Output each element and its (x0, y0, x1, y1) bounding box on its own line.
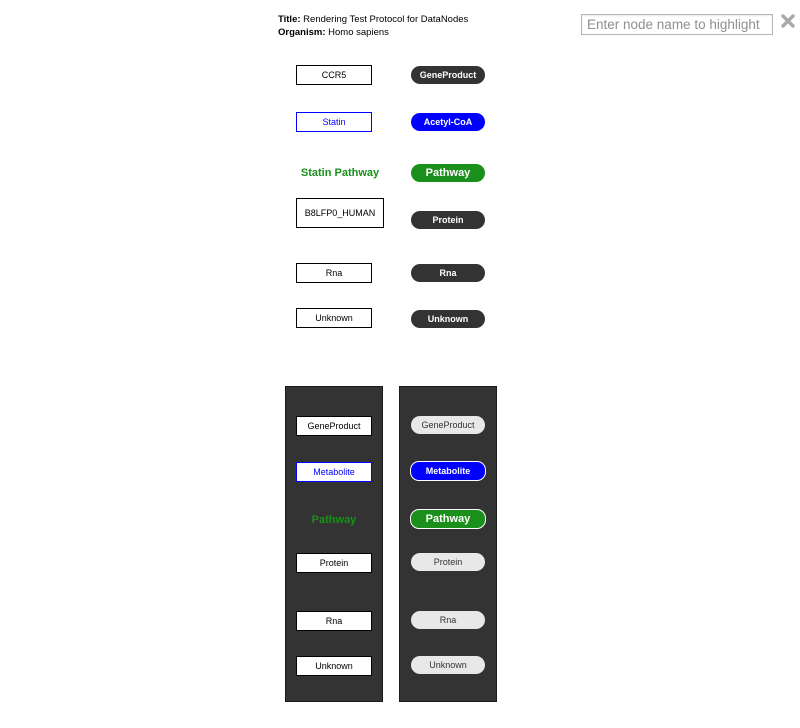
node-unknown-pill[interactable]: Unknown (411, 310, 485, 328)
node-rna[interactable]: Rna (296, 263, 372, 283)
node-geneproduct-dark[interactable]: GeneProduct (296, 416, 372, 436)
node-acetyl-coa-pill[interactable]: Acetyl-CoA (411, 113, 485, 131)
organism-line: Organism: Homo sapiens (278, 26, 468, 39)
node-metabolite-pill-dark[interactable]: Metabolite (410, 461, 486, 481)
title-label: Title: (278, 14, 301, 25)
node-rna-dark[interactable]: Rna (296, 611, 372, 631)
node-rna-pill[interactable]: Rna (411, 264, 485, 282)
pathway-info: Title: Rendering Test Protocol for DataN… (278, 13, 468, 39)
node-ccr5[interactable]: CCR5 (296, 65, 372, 85)
node-unknown[interactable]: Unknown (296, 308, 372, 328)
node-rna-pill-dark[interactable]: Rna (411, 611, 485, 629)
node-protein-dark[interactable]: Protein (296, 553, 372, 573)
node-protein-pill[interactable]: Protein (411, 211, 485, 229)
highlight-search-input[interactable] (581, 14, 773, 35)
close-icon[interactable] (780, 13, 796, 29)
node-metabolite-dark[interactable]: Metabolite (296, 462, 372, 482)
organism-label: Organism: (278, 27, 326, 38)
node-b8lfp0-human[interactable]: B8LFP0_HUMAN (296, 198, 384, 228)
node-protein-pill-dark[interactable]: Protein (411, 553, 485, 571)
pathway-title: Rendering Test Protocol for DataNodes (303, 14, 469, 25)
title-line: Title: Rendering Test Protocol for DataN… (278, 13, 468, 26)
organism-value: Homo sapiens (328, 27, 389, 38)
node-geneproduct-pill-dark[interactable]: GeneProduct (411, 416, 485, 434)
node-unknown-dark[interactable]: Unknown (296, 656, 372, 676)
node-unknown-pill-dark[interactable]: Unknown (411, 656, 485, 674)
node-geneproduct-pill[interactable]: GeneProduct (411, 66, 485, 84)
node-statin-pathway[interactable]: Statin Pathway (294, 163, 386, 183)
node-pathway-pill[interactable]: Pathway (411, 164, 485, 182)
node-pathway-pill-dark[interactable]: Pathway (410, 509, 486, 529)
node-pathway-label-dark[interactable]: Pathway (296, 510, 372, 530)
node-statin[interactable]: Statin (296, 112, 372, 132)
